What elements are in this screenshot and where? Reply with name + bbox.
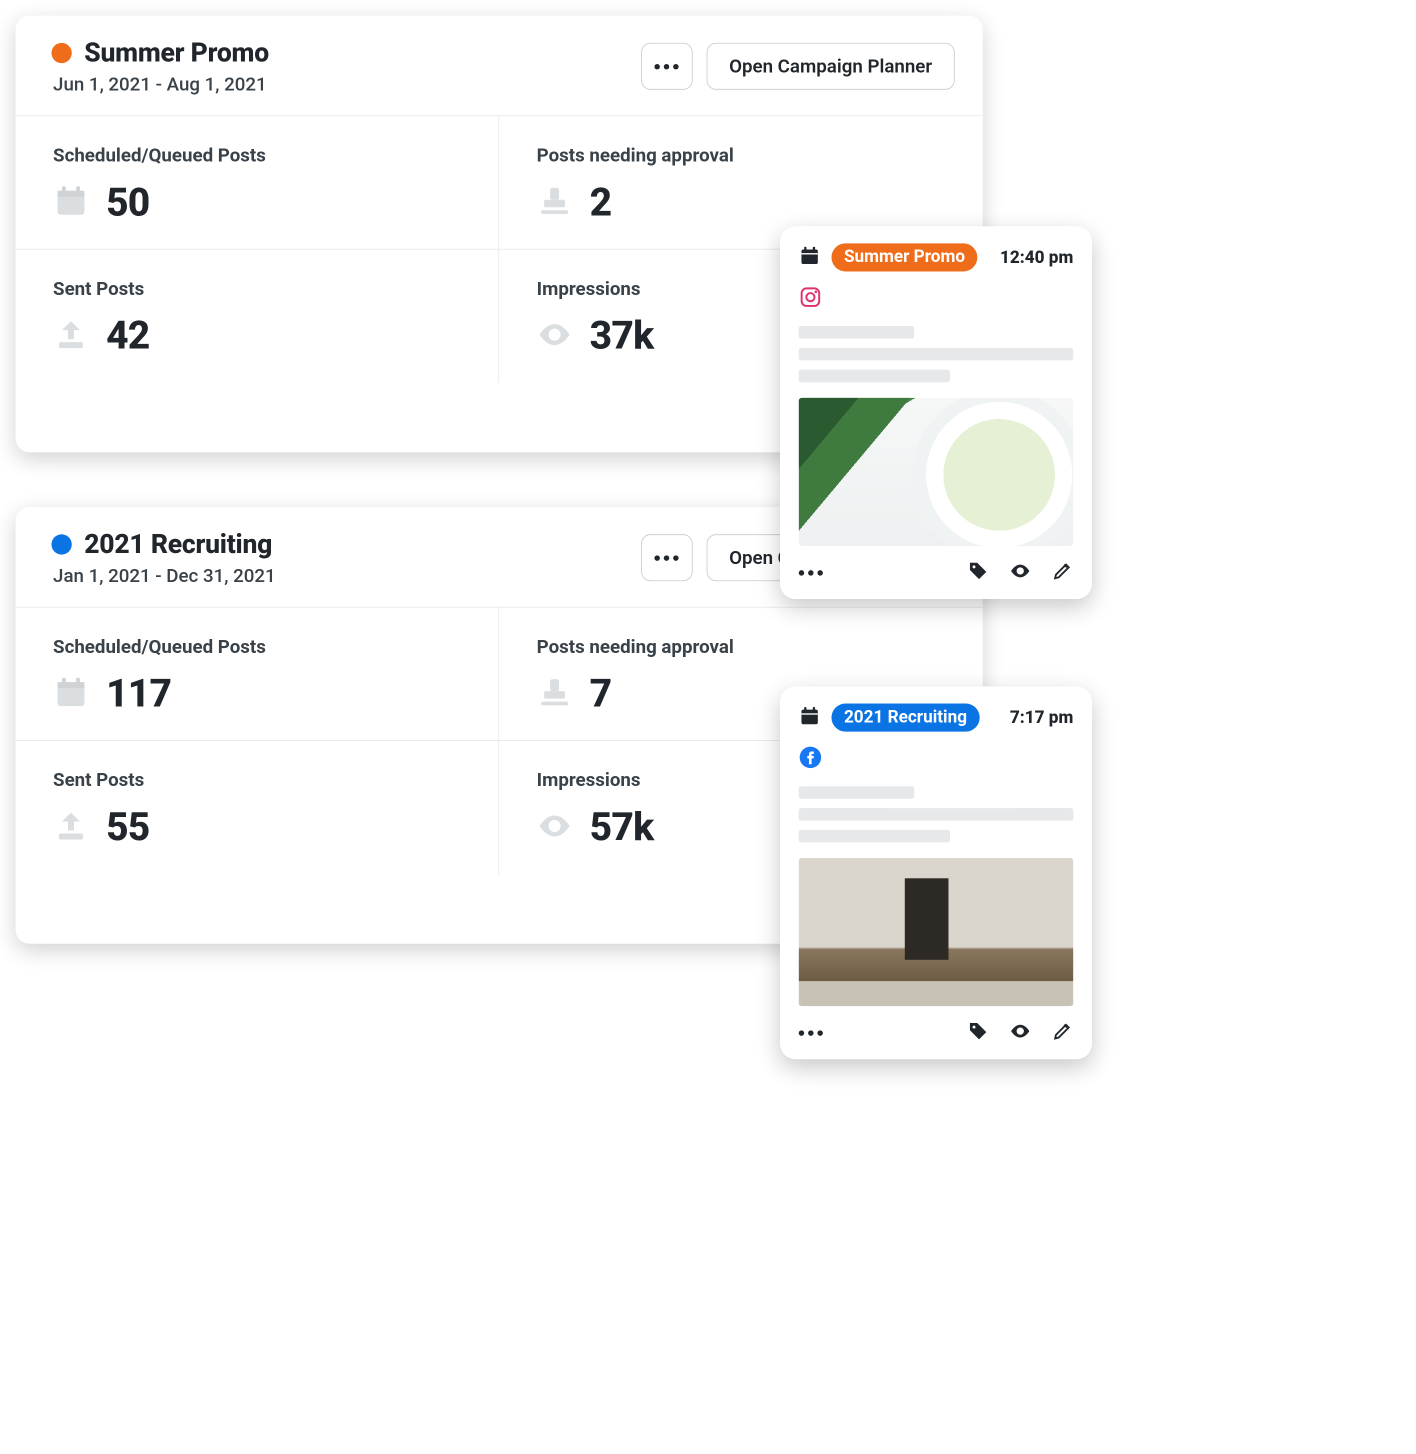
eye-icon	[537, 317, 573, 356]
ellipsis-icon	[655, 555, 679, 560]
stat-value: 42	[106, 314, 149, 359]
stat-label: Sent Posts	[53, 769, 461, 791]
post-more-button[interactable]	[799, 1030, 823, 1035]
post-network	[799, 746, 1074, 773]
post-header: 2021 Recruiting 7:17 pm	[799, 704, 1074, 732]
post-image	[799, 858, 1074, 1006]
open-campaign-planner-button[interactable]: Open Campaign Planner	[706, 43, 954, 90]
campaign-title-block: Summer Promo Jun 1, 2021 - Aug 1, 2021	[51, 37, 268, 95]
tag-button[interactable]	[967, 560, 989, 585]
stat-scheduled: Scheduled/Queued Posts 117	[16, 608, 500, 741]
campaign-title-block: 2021 Recruiting Jan 1, 2021 - Dec 31, 20…	[51, 529, 275, 587]
post-time: 12:40 pm	[1000, 248, 1073, 268]
post-header: Summer Promo 12:40 pm	[799, 243, 1074, 271]
stat-scheduled: Scheduled/Queued Posts 50	[16, 116, 500, 249]
ellipsis-icon	[655, 64, 679, 69]
campaign-tag-pill: 2021 Recruiting	[831, 704, 979, 732]
calendar-icon	[799, 705, 821, 730]
stat-value: 55	[106, 805, 149, 850]
upload-icon	[53, 317, 89, 356]
tag-button[interactable]	[967, 1020, 989, 1045]
calendar-icon	[53, 183, 89, 222]
stat-label: Scheduled/Queued Posts	[53, 636, 461, 658]
stat-sent: Sent Posts 42	[16, 250, 500, 383]
stat-value: 37k	[590, 314, 654, 359]
stat-value: 117	[106, 672, 171, 717]
stat-label: Posts needing approval	[537, 144, 946, 166]
post-network	[799, 285, 1074, 312]
post-text-skeleton	[799, 786, 1074, 842]
preview-button[interactable]	[1009, 1020, 1031, 1045]
instagram-icon	[799, 297, 822, 312]
post-more-button[interactable]	[799, 570, 823, 575]
stat-value: 50	[106, 180, 149, 225]
post-footer	[799, 560, 1074, 585]
campaign-title: Summer Promo	[84, 37, 269, 68]
calendar-icon	[53, 675, 89, 714]
campaign-header: Summer Promo Jun 1, 2021 - Aug 1, 2021 O…	[16, 16, 983, 116]
campaign-color-dot	[51, 43, 71, 63]
stat-sent: Sent Posts 55	[16, 741, 500, 874]
stat-value: 7	[590, 672, 612, 717]
stat-label: Scheduled/Queued Posts	[53, 144, 461, 166]
stamp-icon	[537, 183, 573, 222]
post-footer	[799, 1020, 1074, 1045]
open-campaign-planner-label: Open Campaign Planner	[729, 55, 932, 77]
post-preview-card[interactable]: Summer Promo 12:40 pm	[780, 226, 1092, 599]
ellipsis-icon	[799, 1030, 823, 1035]
campaign-color-dot	[51, 534, 71, 554]
campaign-title: 2021 Recruiting	[84, 529, 272, 560]
preview-button[interactable]	[1009, 560, 1031, 585]
stat-label: Posts needing approval	[537, 636, 946, 658]
stat-value: 2	[590, 180, 612, 225]
campaign-date-range: Jun 1, 2021 - Aug 1, 2021	[53, 73, 269, 95]
campaign-more-button[interactable]	[641, 43, 692, 90]
stamp-icon	[537, 675, 573, 714]
post-image	[799, 398, 1074, 546]
facebook-icon	[799, 757, 822, 772]
edit-button[interactable]	[1051, 1020, 1073, 1045]
stat-label: Sent Posts	[53, 278, 461, 300]
campaign-date-range: Jan 1, 2021 - Dec 31, 2021	[53, 565, 276, 587]
campaign-tag-pill: Summer Promo	[831, 243, 977, 271]
ellipsis-icon	[799, 570, 823, 575]
upload-icon	[53, 808, 89, 847]
eye-icon	[537, 808, 573, 847]
campaign-more-button[interactable]	[641, 534, 692, 581]
edit-button[interactable]	[1051, 560, 1073, 585]
calendar-icon	[799, 245, 821, 270]
stat-value: 57k	[590, 805, 654, 850]
post-text-skeleton	[799, 326, 1074, 382]
post-time: 7:17 pm	[1010, 708, 1073, 728]
post-preview-card[interactable]: 2021 Recruiting 7:17 pm	[780, 686, 1092, 1059]
